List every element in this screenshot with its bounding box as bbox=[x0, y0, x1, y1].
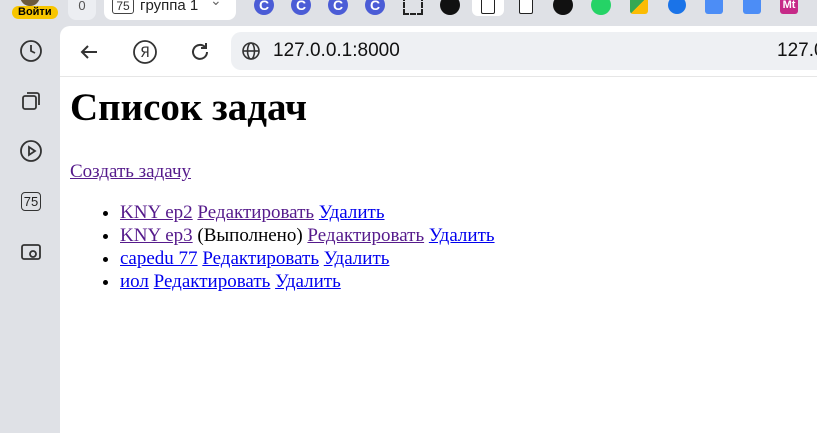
tab-c-icon[interactable]: C bbox=[327, 0, 349, 16]
arrow-app-icon bbox=[668, 0, 686, 14]
video-button[interactable] bbox=[18, 138, 44, 164]
svg-text:Я: Я bbox=[140, 45, 150, 61]
tab-c-icon[interactable]: C bbox=[290, 0, 312, 16]
reload-button[interactable] bbox=[186, 38, 214, 66]
tab-counter[interactable]: 0 bbox=[68, 0, 96, 20]
address-text[interactable]: 127.0.0.1:8000 bbox=[273, 40, 400, 62]
history-button[interactable] bbox=[18, 38, 44, 64]
screenshot-frame-icon bbox=[403, 0, 423, 15]
whatsapp-icon bbox=[591, 0, 611, 15]
list-item: capedu 77 Редактировать Удалить bbox=[120, 247, 495, 270]
toolbar: Я 127.0.0.1:8000 127.0 bbox=[60, 26, 817, 77]
tab-document[interactable] bbox=[515, 0, 537, 16]
arrow-left-icon bbox=[80, 45, 97, 59]
edit-link[interactable]: Редактировать bbox=[307, 225, 424, 246]
tab-arrow-app[interactable] bbox=[666, 0, 688, 16]
screenshot-button[interactable] bbox=[18, 238, 44, 264]
camera-icon bbox=[21, 244, 41, 260]
tab-c-icon[interactable]: C bbox=[364, 0, 386, 16]
dark-circle-icon bbox=[440, 0, 460, 15]
tab-c-icon[interactable]: C bbox=[253, 0, 275, 16]
page-content: Список задач Создать задачу KNY ep2 Реда… bbox=[60, 77, 817, 433]
tab-strip: Войти 0 75 группа 1 ⌄ C C C C Mt bbox=[0, 0, 817, 22]
task-link[interactable]: capedu 77 bbox=[120, 248, 198, 269]
google-meet-icon bbox=[630, 0, 648, 14]
address-duplicate-fragment: 127.0 bbox=[777, 40, 817, 61]
profile-button[interactable]: Войти bbox=[6, 0, 58, 20]
login-badge[interactable]: Войти bbox=[12, 6, 58, 19]
list-item: KNY ep3 (Выполнено) Редактировать Удалит… bbox=[120, 224, 495, 247]
edit-link[interactable]: Редактировать bbox=[202, 248, 319, 269]
tab-group-button[interactable]: 75 bbox=[18, 188, 44, 214]
c-icon: C bbox=[365, 0, 385, 15]
browser-window: Я 127.0.0.1:8000 127.0 Список задач Созд… bbox=[60, 26, 817, 433]
edit-link[interactable]: Редактировать bbox=[197, 202, 314, 223]
dark-circle-icon bbox=[553, 0, 573, 15]
task-status: (Выполнено) bbox=[197, 225, 303, 246]
c-icon: C bbox=[254, 0, 274, 15]
edit-link[interactable]: Редактировать bbox=[154, 271, 271, 292]
task-link[interactable]: KNY ep3 bbox=[120, 225, 193, 246]
document-icon bbox=[481, 0, 495, 14]
blue-cube-icon bbox=[705, 0, 723, 14]
tab-whatsapp[interactable] bbox=[590, 0, 612, 16]
delete-link[interactable]: Удалить bbox=[324, 248, 390, 269]
page-title: Список задач bbox=[70, 86, 307, 129]
tab-dark[interactable] bbox=[552, 0, 574, 16]
tab-group-label: группа 1 bbox=[140, 0, 199, 14]
yandex-button[interactable]: Я bbox=[131, 38, 159, 66]
globe-icon bbox=[242, 42, 260, 60]
tab-meet[interactable] bbox=[628, 0, 650, 16]
delete-link[interactable]: Удалить bbox=[319, 202, 385, 223]
yandex-icon: Я bbox=[133, 40, 157, 64]
play-icon bbox=[20, 140, 42, 162]
list-item: KNY ep2 Редактировать Удалить bbox=[120, 201, 495, 224]
tab-cube[interactable] bbox=[741, 0, 763, 16]
tab-mt[interactable]: Mt bbox=[778, 0, 800, 16]
address-bar[interactable]: 127.0.0.1:8000 127.0 bbox=[231, 32, 817, 70]
blue-cube-icon bbox=[743, 0, 761, 14]
c-icon: C bbox=[328, 0, 348, 15]
delete-link[interactable]: Удалить bbox=[429, 225, 495, 246]
tab-count-label: 0 bbox=[78, 0, 86, 13]
collections-icon bbox=[22, 92, 40, 110]
mt-icon: Mt bbox=[780, 0, 798, 14]
tab-cube[interactable] bbox=[703, 0, 725, 16]
tab-group-badge: 75 bbox=[20, 191, 42, 211]
tab-dark[interactable] bbox=[439, 0, 461, 16]
tab-group[interactable]: 75 группа 1 ⌄ bbox=[104, 0, 236, 20]
tab-group-number: 75 bbox=[112, 0, 134, 14]
delete-link[interactable]: Удалить bbox=[275, 271, 341, 292]
document-icon bbox=[519, 0, 533, 14]
list-item: иол Редактировать Удалить bbox=[120, 270, 495, 293]
tab-screenshot[interactable] bbox=[402, 0, 424, 16]
reload-icon bbox=[192, 43, 208, 60]
clock-icon bbox=[20, 40, 42, 62]
collections-button[interactable] bbox=[18, 88, 44, 114]
task-link[interactable]: иол bbox=[120, 271, 149, 292]
task-list: KNY ep2 Редактировать Удалить KNY ep3 (В… bbox=[90, 201, 495, 293]
c-icon: C bbox=[291, 0, 311, 15]
chevron-down-icon[interactable]: ⌄ bbox=[210, 0, 222, 9]
sidebar: 75 bbox=[0, 22, 60, 433]
task-link[interactable]: KNY ep2 bbox=[120, 202, 193, 223]
back-button[interactable] bbox=[75, 38, 103, 66]
create-task-link[interactable]: Создать задачу bbox=[70, 161, 191, 183]
tab-active-document[interactable] bbox=[472, 0, 504, 16]
